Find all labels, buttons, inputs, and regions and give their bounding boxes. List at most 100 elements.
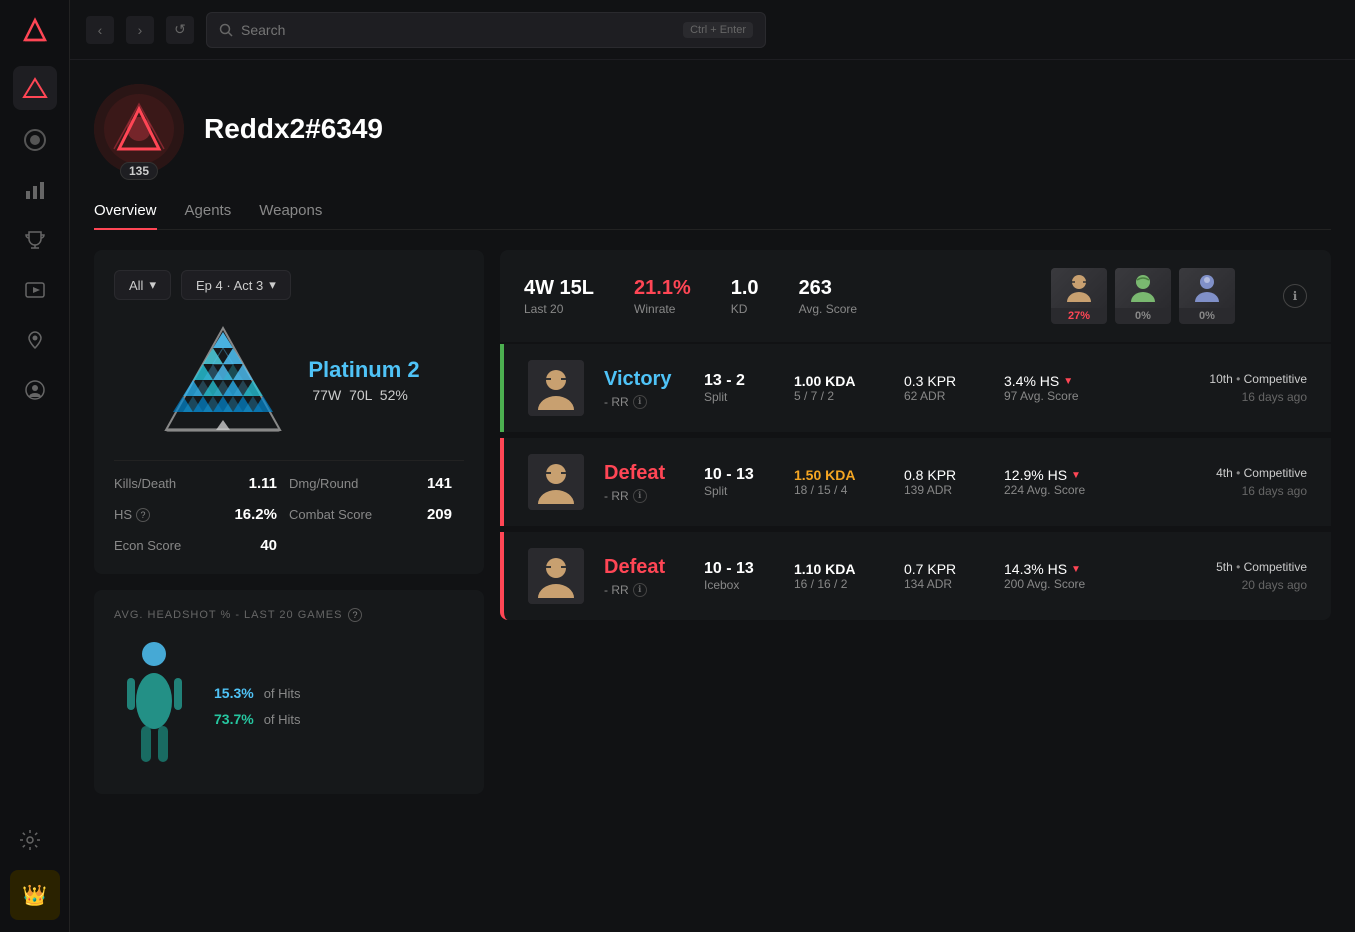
stat-cs-val: 209 <box>427 506 452 523</box>
match-result-1: Defeat - RR ℹ <box>604 462 684 503</box>
match-kda-detail-1: 18 / 15 / 4 <box>794 483 884 497</box>
match-hs-val-2: 14.3% HS ▼ <box>1004 561 1104 577</box>
premium-button[interactable]: 👑 <box>10 870 60 920</box>
sidebar-item-game2[interactable] <box>15 120 55 160</box>
sidebar-item-clips[interactable] <box>15 270 55 310</box>
match-kda-val-2: 1.10 KDA <box>794 561 884 577</box>
avatar-image <box>94 84 184 174</box>
agent-img-0 <box>1051 268 1107 308</box>
match-card-2[interactable]: Defeat - RR ℹ 10 - 13 Icebox 1.10 KDA 16… <box>500 532 1331 620</box>
left-panel: All ▾ Ep 4 · Act 3 ▾ <box>94 250 484 932</box>
hs-trend-icon-1: ▼ <box>1071 470 1081 481</box>
filter-all-button[interactable]: All ▾ <box>114 270 171 300</box>
tab-overview[interactable]: Overview <box>94 202 157 229</box>
match-meta-2: 5th • Competitive 20 days ago <box>1216 560 1307 592</box>
main-content: ‹ › ↺ Ctrl + Enter <box>70 0 1355 932</box>
hs-info-icon[interactable]: ? <box>136 508 150 522</box>
match-kpr-val-1: 0.8 KPR <box>904 467 984 483</box>
search-shortcut: Ctrl + Enter <box>683 22 753 38</box>
sidebar-item-trophy[interactable] <box>15 220 55 260</box>
summary-avg-score-lbl: Avg. Score <box>799 302 857 316</box>
match-avg-score-0: 97 Avg. Score <box>1004 389 1104 403</box>
two-col-layout: All ▾ Ep 4 · Act 3 ▾ <box>94 250 1331 932</box>
hs-stats: 15.3% of Hits 73.7% of Hits <box>214 685 464 727</box>
match-adr-2: 134 ADR <box>904 577 984 591</box>
stat-dmg-val: 141 <box>427 475 452 492</box>
match-kda-2: 1.10 KDA 16 / 16 / 2 <box>794 561 884 591</box>
back-button[interactable]: ‹ <box>86 16 114 44</box>
summary-info-icon[interactable]: ℹ <box>1283 284 1307 308</box>
sidebar-bottom: 👑 <box>10 820 60 920</box>
hs-chart-info-icon[interactable]: ? <box>348 608 362 622</box>
summary-kd-lbl: KD <box>731 302 759 316</box>
match-hs-0: 3.4% HS ▼ 97 Avg. Score <box>1004 373 1104 403</box>
summary-record: 4W 15L Last 20 <box>524 277 594 316</box>
match-rr-0: - RR ℹ <box>604 395 684 409</box>
match-agent-1 <box>528 454 584 510</box>
match-list: Victory - RR ℹ 13 - 2 Split 1.00 KDA 5 /… <box>500 344 1331 620</box>
summary-kd-val: 1.0 <box>731 277 759 300</box>
sidebar-item-map[interactable] <box>15 320 55 360</box>
match-avg-score-1: 224 Avg. Score <box>1004 483 1104 497</box>
sidebar-item-valorant[interactable] <box>13 66 57 110</box>
summary-winrate: 21.1% Winrate <box>634 277 691 316</box>
rank-emblem <box>158 320 288 440</box>
refresh-button[interactable]: ↺ <box>166 16 194 44</box>
match-kda-0: 1.00 KDA 5 / 7 / 2 <box>794 373 884 403</box>
match-kpr-val-2: 0.7 KPR <box>904 561 984 577</box>
match-agent-2 <box>528 548 584 604</box>
agent-thumb-0[interactable]: 27% <box>1051 268 1107 324</box>
match-score-0: 13 - 2 Split <box>704 372 774 404</box>
match-score-val-1: 10 - 13 <box>704 466 774 484</box>
avatar-wrap: 135 <box>94 84 184 174</box>
hs-row-head: 15.3% of Hits <box>214 685 464 701</box>
profile-tabs: Overview Agents Weapons <box>94 202 1331 230</box>
hs-chart-title: AVG. HEADSHOT % - LAST 20 GAMES ? <box>114 608 464 622</box>
tab-agents[interactable]: Agents <box>185 202 232 229</box>
match-hs-val-1: 12.9% HS ▼ <box>1004 467 1104 483</box>
search-bar[interactable]: Ctrl + Enter <box>206 12 766 48</box>
topbar: ‹ › ↺ Ctrl + Enter <box>70 0 1355 60</box>
agent-thumbnails: 27% 0% <box>1051 268 1235 324</box>
match-kpr-val-0: 0.3 KPR <box>904 373 984 389</box>
rank-card: All ▾ Ep 4 · Act 3 ▾ <box>94 250 484 574</box>
match-hs-2: 14.3% HS ▼ 200 Avg. Score <box>1004 561 1104 591</box>
sidebar-item-agents[interactable] <box>15 370 55 410</box>
match-score-val-2: 10 - 13 <box>704 560 774 578</box>
match-time-1: 16 days ago <box>1216 484 1307 498</box>
app-logo[interactable] <box>17 12 53 48</box>
profile-info: Reddx2#6349 <box>204 113 383 145</box>
agent-thumb-2[interactable]: 0% <box>1179 268 1235 324</box>
summary-record-lbl: Last 20 <box>524 302 594 316</box>
match-kda-detail-2: 16 / 16 / 2 <box>794 577 884 591</box>
match-score-1: 10 - 13 Split <box>704 466 774 498</box>
stat-kd-val: 1.11 <box>249 475 277 492</box>
summary-record-val: 4W 15L <box>524 277 594 300</box>
agent-thumb-1[interactable]: 0% <box>1115 268 1171 324</box>
match-hs-1: 12.9% HS ▼ 224 Avg. Score <box>1004 467 1104 497</box>
match-meta-0: 10th • Competitive 16 days ago <box>1209 372 1307 404</box>
match-kpr-0: 0.3 KPR 62 ADR <box>904 373 984 403</box>
match-kda-val-0: 1.00 KDA <box>794 373 884 389</box>
tab-weapons[interactable]: Weapons <box>259 202 322 229</box>
match-map-0: Split <box>704 390 774 404</box>
summary-avg-score-val: 263 <box>799 277 857 300</box>
match-score-2: 10 - 13 Icebox <box>704 560 774 592</box>
match-rr-2: - RR ℹ <box>604 583 684 597</box>
rank-display: Platinum 2 77W 70L 52% <box>114 320 464 440</box>
sidebar-item-stats[interactable] <box>15 170 55 210</box>
summary-winrate-lbl: Winrate <box>634 302 691 316</box>
summary-bar: 4W 15L Last 20 21.1% Winrate 1.0 KD 263 … <box>500 250 1331 342</box>
forward-button[interactable]: › <box>126 16 154 44</box>
settings-button[interactable] <box>10 820 50 860</box>
match-card-0[interactable]: Victory - RR ℹ 13 - 2 Split 1.00 KDA 5 /… <box>500 344 1331 432</box>
hs-trend-icon-2: ▼ <box>1071 564 1081 575</box>
player-level: 135 <box>120 162 158 180</box>
match-card-1[interactable]: Defeat - RR ℹ 10 - 13 Split 1.50 KDA 18 … <box>500 438 1331 526</box>
match-rr-1: - RR ℹ <box>604 489 684 503</box>
search-input[interactable] <box>241 22 675 38</box>
profile-header: 135 Reddx2#6349 <box>94 84 1331 174</box>
filter-episode-button[interactable]: Ep 4 · Act 3 ▾ <box>181 270 291 300</box>
match-result-text-2: Defeat <box>604 556 684 579</box>
match-result-0: Victory - RR ℹ <box>604 368 684 409</box>
